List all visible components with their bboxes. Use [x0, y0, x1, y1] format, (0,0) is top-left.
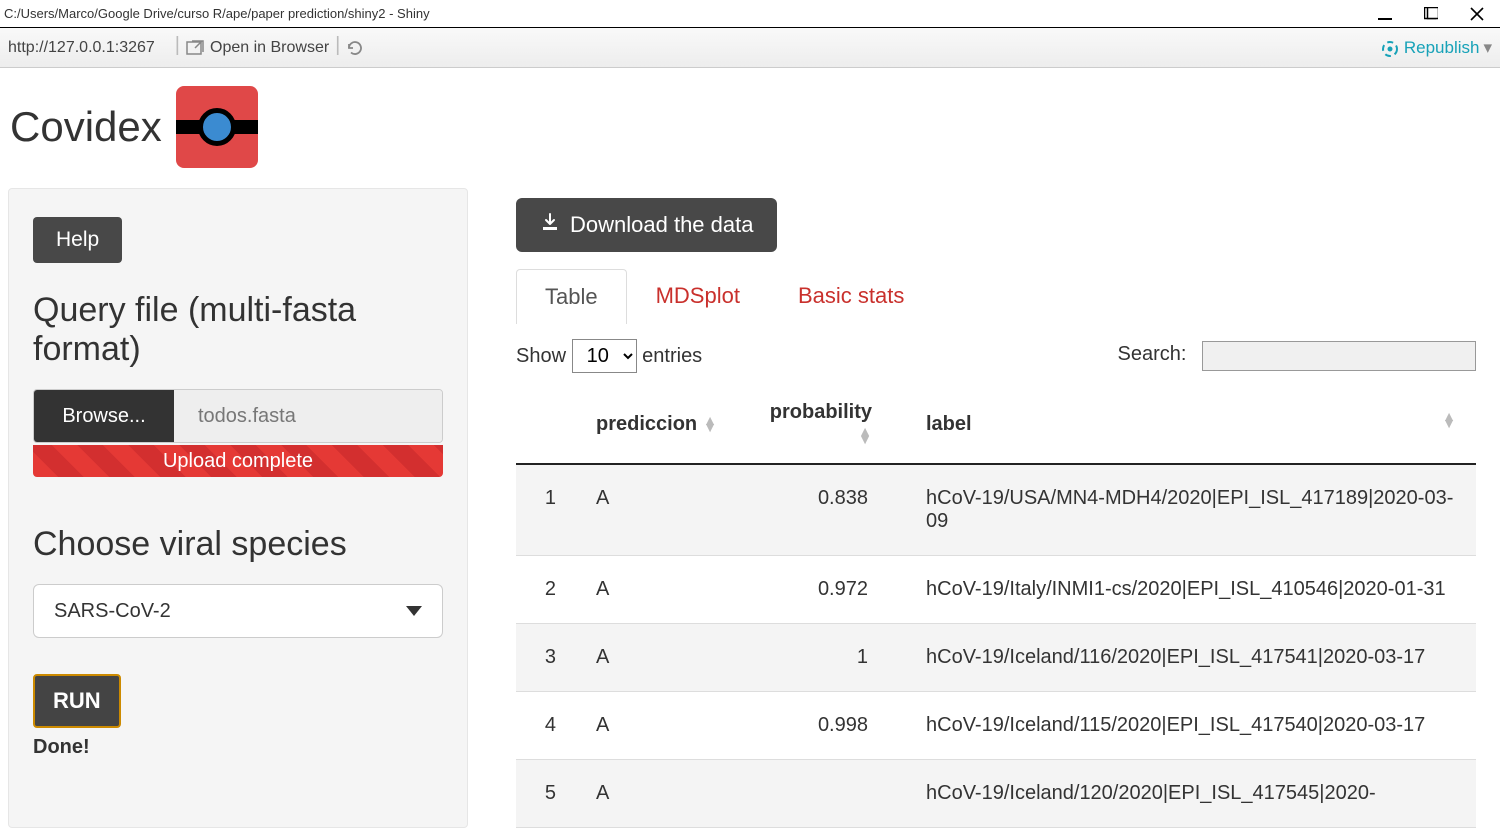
reload-button[interactable]: [346, 39, 370, 57]
species-selected-value: SARS-CoV-2: [54, 600, 171, 623]
republish-button[interactable]: Republish ▾: [1380, 38, 1492, 58]
cell-pred: A: [576, 692, 746, 760]
cell-index: 1: [516, 464, 576, 556]
cell-label: hCoV-19/Italy/INMI1-cs/2020|EPI_ISL_4105…: [906, 556, 1476, 624]
col-label[interactable]: label▲▼: [906, 385, 1476, 464]
window-title: C:/Users/Marco/Google Drive/curso R/ape/…: [4, 6, 1374, 21]
separator: |: [175, 34, 180, 57]
cell-prob: 0.972: [746, 556, 906, 624]
table-row: 5 A hCoV-19/Iceland/120/2020|EPI_ISL_417…: [516, 760, 1476, 828]
cell-label: hCoV-19/USA/MN4-MDH4/2020|EPI_ISL_417189…: [906, 464, 1476, 556]
cell-pred: A: [576, 464, 746, 556]
help-button[interactable]: Help: [33, 217, 122, 263]
sidebar-panel: Help Query file (multi-fasta format) Bro…: [8, 188, 468, 828]
page-length-select[interactable]: 10: [572, 339, 637, 373]
app-title: Covidex: [10, 103, 162, 151]
cell-pred: A: [576, 556, 746, 624]
chevron-down-icon: [406, 606, 422, 616]
tab-mdsplot[interactable]: MDSplot: [627, 268, 769, 323]
sort-icon: ▲▼: [1442, 413, 1456, 428]
minimize-button[interactable]: [1374, 3, 1396, 25]
main-panel: Download the data Table MDSplot Basic st…: [476, 188, 1500, 828]
sort-icon: ▲▼: [703, 417, 717, 432]
upload-progress-bar: Upload complete: [33, 445, 443, 477]
download-icon: [540, 212, 560, 238]
show-prefix: Show: [516, 345, 566, 367]
cell-pred: A: [576, 760, 746, 828]
species-select[interactable]: SARS-CoV-2: [33, 584, 443, 638]
file-name-text: todos.fasta: [174, 390, 442, 442]
download-label: Download the data: [570, 212, 753, 238]
maximize-button[interactable]: [1420, 3, 1442, 25]
run-button[interactable]: RUN: [33, 674, 121, 728]
open-browser-icon: [186, 39, 204, 57]
url-text: http://127.0.0.1:3267: [8, 39, 155, 57]
col-prediccion[interactable]: prediccion▲▼: [576, 385, 746, 464]
col-index[interactable]: [516, 385, 576, 464]
app-logo-icon: [176, 86, 258, 168]
window-controls: [1374, 3, 1496, 25]
cell-index: 3: [516, 624, 576, 692]
datatable-controls: Show 10 entries Search:: [516, 339, 1476, 373]
republish-caret-icon: ▾: [1483, 38, 1492, 58]
cell-label: hCoV-19/Iceland/120/2020|EPI_ISL_417545|…: [906, 760, 1476, 828]
reload-icon: [346, 39, 364, 57]
tabs: Table MDSplot Basic stats: [516, 268, 1476, 323]
app-header: Covidex: [0, 68, 1500, 180]
cell-prob: 0.838: [746, 464, 906, 556]
republish-icon: [1380, 39, 1398, 57]
table-row: 4 A 0.998 hCoV-19/Iceland/115/2020|EPI_I…: [516, 692, 1476, 760]
close-button[interactable]: [1466, 3, 1488, 25]
cell-index: 2: [516, 556, 576, 624]
window-titlebar: C:/Users/Marco/Google Drive/curso R/ape/…: [0, 0, 1500, 28]
table-row: 3 A 1 hCoV-19/Iceland/116/2020|EPI_ISL_4…: [516, 624, 1476, 692]
cell-label: hCoV-19/Iceland/115/2020|EPI_ISL_417540|…: [906, 692, 1476, 760]
cell-prob: 1: [746, 624, 906, 692]
app-toolbar: http://127.0.0.1:3267 | Open in Browser …: [0, 28, 1500, 68]
cell-pred: A: [576, 624, 746, 692]
results-table: prediccion▲▼ probability▲▼ label▲▼ 1 A 0…: [516, 385, 1476, 828]
download-data-button[interactable]: Download the data: [516, 198, 777, 252]
separator: |: [335, 34, 340, 57]
sort-icon: ▲▼: [858, 428, 872, 443]
species-heading: Choose viral species: [33, 525, 443, 564]
cell-index: 5: [516, 760, 576, 828]
open-in-browser-button[interactable]: Open in Browser: [186, 39, 329, 57]
open-in-browser-label: Open in Browser: [210, 39, 329, 57]
republish-label: Republish: [1404, 38, 1480, 58]
cell-prob: [746, 760, 906, 828]
status-text: Done!: [33, 736, 443, 759]
tab-table[interactable]: Table: [516, 269, 627, 324]
cell-label: hCoV-19/Iceland/116/2020|EPI_ISL_417541|…: [906, 624, 1476, 692]
cell-index: 4: [516, 692, 576, 760]
search-control: Search:: [1118, 341, 1477, 371]
query-file-heading: Query file (multi-fasta format): [33, 291, 443, 369]
tab-basic-stats[interactable]: Basic stats: [769, 268, 933, 323]
search-input[interactable]: [1202, 341, 1476, 371]
file-input[interactable]: Browse... todos.fasta: [33, 389, 443, 443]
page-length-control: Show 10 entries: [516, 339, 702, 373]
col-probability[interactable]: probability▲▼: [746, 385, 906, 464]
cell-prob: 0.998: [746, 692, 906, 760]
show-suffix: entries: [642, 345, 702, 367]
search-label: Search:: [1118, 343, 1187, 365]
table-row: 1 A 0.838 hCoV-19/USA/MN4-MDH4/2020|EPI_…: [516, 464, 1476, 556]
table-row: 2 A 0.972 hCoV-19/Italy/INMI1-cs/2020|EP…: [516, 556, 1476, 624]
browse-button[interactable]: Browse...: [34, 390, 174, 442]
